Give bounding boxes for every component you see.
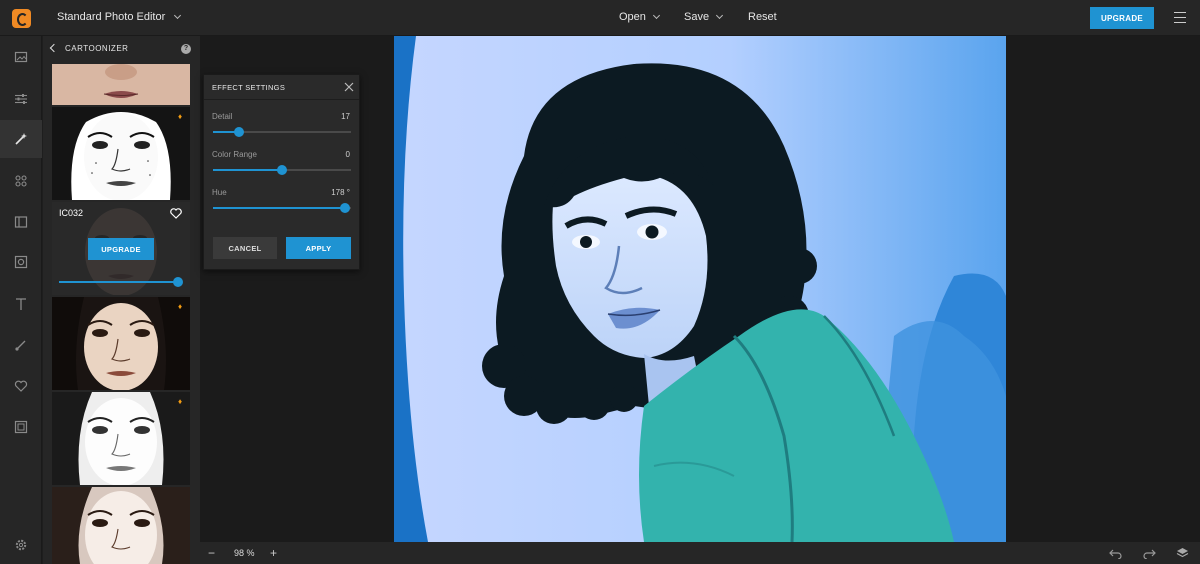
settings-gear-icon[interactable] (0, 526, 42, 564)
filter-thumbnail[interactable] (52, 487, 190, 564)
save-menu-label: Save (684, 11, 710, 23)
color-range-slider-handle[interactable] (277, 165, 287, 175)
premium-badge-icon: ♦ (178, 302, 183, 311)
tool-sidebar (0, 36, 42, 564)
frame-icon[interactable] (0, 203, 42, 241)
cartoonizer-panel: CARTOONIZER ? ♦ IC032 UPGRADE ♦ ♦ (43, 36, 200, 564)
divider (204, 99, 359, 100)
redo-icon[interactable] (1143, 547, 1156, 559)
filter-thumbnail[interactable]: ♦ (52, 297, 190, 390)
hue-slider-handle[interactable] (340, 203, 351, 213)
filter-upgrade-button[interactable]: UPGRADE (88, 238, 154, 260)
open-menu-label: Open (619, 11, 646, 23)
back-arrow-icon[interactable] (49, 43, 59, 53)
undo-icon[interactable] (1109, 547, 1122, 559)
open-menu[interactable]: Open (619, 11, 660, 23)
heart-icon[interactable] (0, 367, 42, 405)
color-range-slider-fill (213, 169, 282, 171)
help-icon[interactable]: ? (181, 44, 191, 54)
sliders-icon[interactable] (0, 80, 42, 118)
hue-value: 178 ° (331, 188, 350, 197)
effect-settings-panel: EFFECT SETTINGS Detail 17 Color Range 0 … (203, 74, 360, 270)
bottom-toolbar: − 98 % + (200, 542, 1200, 564)
editor-mode-label: Standard Photo Editor (57, 11, 166, 23)
zoom-in-button[interactable]: + (270, 546, 277, 560)
upgrade-button[interactable]: UPGRADE (1090, 7, 1154, 29)
overlay-icon[interactable] (0, 243, 42, 281)
filter-intensity-handle[interactable] (173, 277, 183, 287)
hue-slider-fill (213, 207, 346, 209)
zoom-out-button[interactable]: − (208, 546, 215, 560)
detail-slider[interactable] (213, 127, 351, 137)
reset-button[interactable]: Reset (748, 11, 777, 23)
top-bar: Standard Photo Editor Open Save Reset UP… (0, 0, 1200, 36)
filter-intensity-slider[interactable] (59, 281, 181, 283)
border-icon[interactable] (0, 408, 42, 446)
filter-thumbnail[interactable] (52, 64, 190, 105)
layers-icon[interactable] (1176, 547, 1189, 559)
detail-slider-handle[interactable] (234, 127, 245, 137)
cancel-button[interactable]: CANCEL (213, 237, 277, 259)
premium-badge-icon: ♦ (178, 112, 183, 121)
filter-thumbnail[interactable]: ♦ (52, 107, 190, 200)
color-range-label: Color Range (212, 150, 257, 159)
panel-title: CARTOONIZER (65, 44, 129, 53)
chevron-down-icon (652, 11, 660, 20)
detail-label: Detail (212, 112, 233, 121)
app-logo[interactable] (12, 9, 31, 28)
color-range-value: 0 (345, 150, 350, 159)
grid-icon[interactable] (0, 162, 42, 200)
close-icon[interactable] (344, 82, 354, 92)
filter-name: IC032 (59, 208, 84, 218)
color-range-slider[interactable] (213, 165, 351, 175)
reset-label: Reset (748, 11, 777, 23)
image-icon[interactable] (0, 38, 42, 76)
filter-thumbnail[interactable]: ♦ (52, 392, 190, 485)
premium-badge-icon: ♦ (178, 397, 183, 406)
hamburger-menu-icon[interactable] (1174, 12, 1186, 23)
detail-value: 17 (341, 112, 350, 121)
chevron-down-icon (174, 11, 182, 20)
save-menu[interactable]: Save (684, 11, 724, 23)
text-icon[interactable] (0, 285, 42, 323)
photo-canvas[interactable] (394, 36, 1006, 542)
hue-slider[interactable] (213, 203, 351, 213)
favorite-heart-icon[interactable] (170, 208, 182, 219)
effect-settings-title: EFFECT SETTINGS (212, 83, 286, 92)
brush-icon[interactable] (0, 326, 42, 364)
chevron-down-icon (716, 11, 724, 20)
apply-button[interactable]: APPLY (286, 237, 351, 259)
zoom-level: 98 % (234, 548, 255, 558)
editor-mode-dropdown[interactable]: Standard Photo Editor (57, 11, 182, 23)
magic-wand-icon[interactable] (0, 120, 42, 158)
panel-header: CARTOONIZER ? (43, 36, 200, 62)
hue-label: Hue (212, 188, 227, 197)
